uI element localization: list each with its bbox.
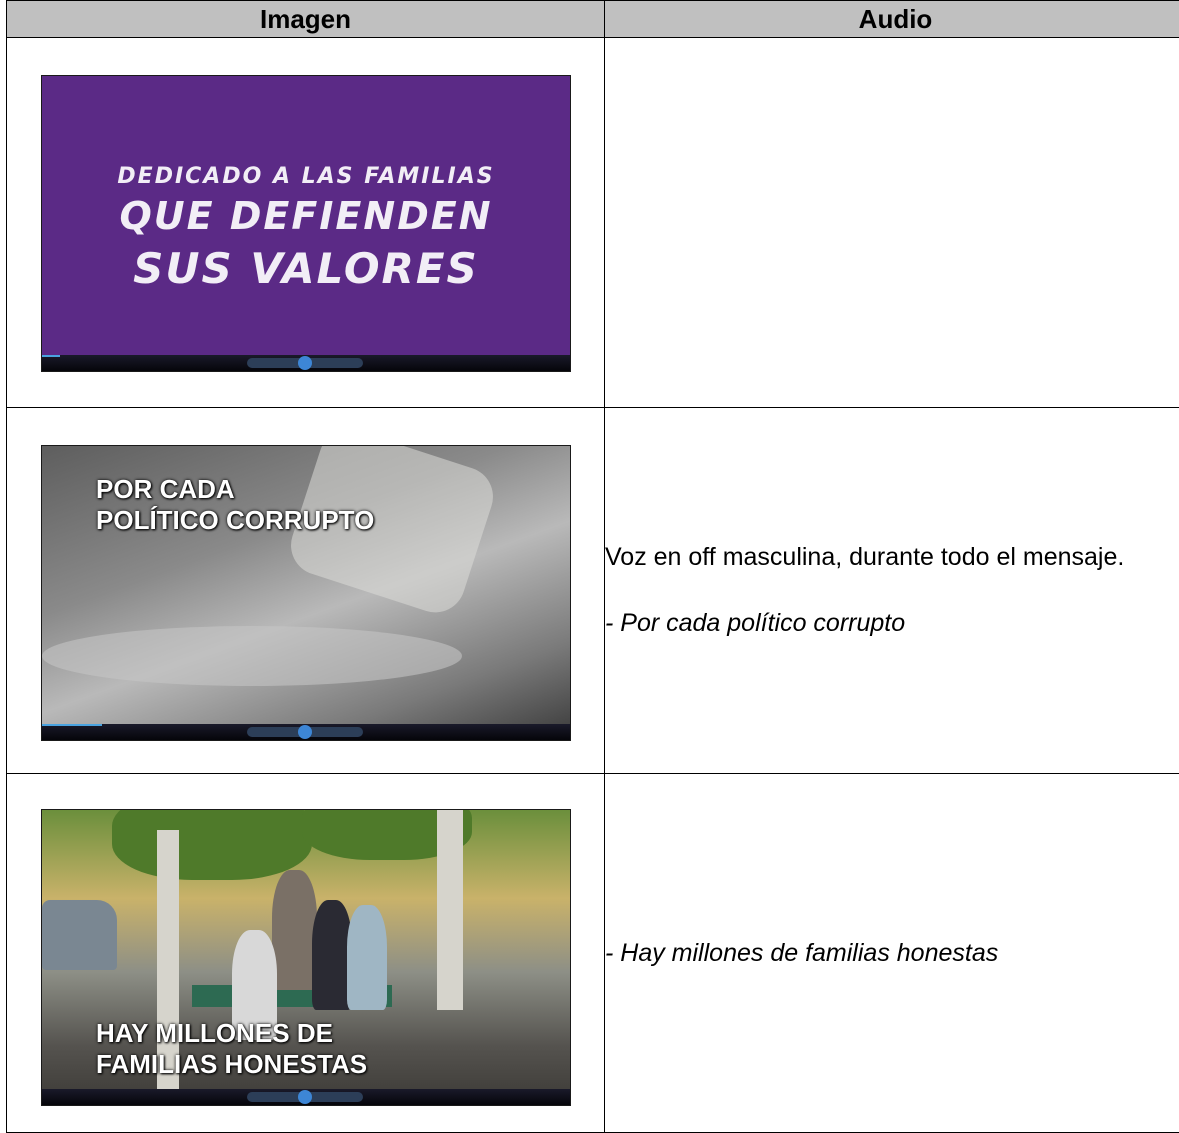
- frame-1-line-1: DEDICADO A LAS FAMILIAS: [42, 164, 570, 189]
- player-controls-3: [42, 1089, 570, 1105]
- audio-note: Voz en off masculina, durante todo el me…: [605, 541, 1179, 574]
- audio-cell-1: [605, 38, 1179, 408]
- frame-3-line-2: FAMILIAS HONESTAS: [96, 1049, 367, 1080]
- audio-cell-2: Voz en off masculina, durante todo el me…: [605, 408, 1179, 774]
- header-image: Imagen: [7, 1, 605, 38]
- video-frame-3: HAY MILLONES DE FAMILIAS HONESTAS: [42, 810, 570, 1105]
- play-icon: [298, 356, 312, 370]
- header-audio: Audio: [605, 1, 1179, 38]
- tree-trunk: [437, 810, 463, 1010]
- frame-1-line-3: SUS VALORES: [42, 244, 570, 293]
- image-cell-3: HAY MILLONES DE FAMILIAS HONESTAS: [7, 774, 605, 1133]
- play-icon: [298, 1090, 312, 1104]
- play-icon: [298, 725, 312, 739]
- frame-2-line-1: POR CADA: [96, 474, 374, 505]
- script-table: Imagen Audio DEDICADO A LAS FAMILIAS QUE…: [6, 0, 1179, 1133]
- player-controls-2: [42, 724, 570, 740]
- arm-shape: [42, 626, 462, 686]
- person-shape: [312, 900, 352, 1010]
- frame-3-line-1: HAY MILLONES DE: [96, 1018, 367, 1049]
- image-cell-2: POR CADA POLÍTICO CORRUPTO: [7, 408, 605, 774]
- frame-2-overlay: POR CADA POLÍTICO CORRUPTO: [96, 474, 374, 536]
- image-cell-1: DEDICADO A LAS FAMILIAS QUE DEFIENDEN SU…: [7, 38, 605, 408]
- car-shape: [42, 900, 117, 970]
- frame-3-overlay: HAY MILLONES DE FAMILIAS HONESTAS: [96, 1018, 367, 1080]
- person-shape: [347, 905, 387, 1010]
- person-shape: [272, 870, 317, 990]
- video-frame-2: POR CADA POLÍTICO CORRUPTO: [42, 446, 570, 740]
- frame-2-line-2: POLÍTICO CORRUPTO: [96, 505, 374, 536]
- audio-line: - Por cada político corrupto: [605, 607, 1179, 640]
- progress-bar: [42, 724, 102, 726]
- tree-foliage: [112, 810, 312, 880]
- player-controls-1: [42, 355, 570, 371]
- video-frame-1: DEDICADO A LAS FAMILIAS QUE DEFIENDEN SU…: [42, 76, 570, 371]
- audio-cell-3: - Hay millones de familias honestas: [605, 774, 1179, 1133]
- audio-line: - Hay millones de familias honestas: [605, 937, 1179, 970]
- frame-1-line-2: QUE DEFIENDEN: [42, 194, 570, 238]
- progress-bar: [42, 355, 60, 357]
